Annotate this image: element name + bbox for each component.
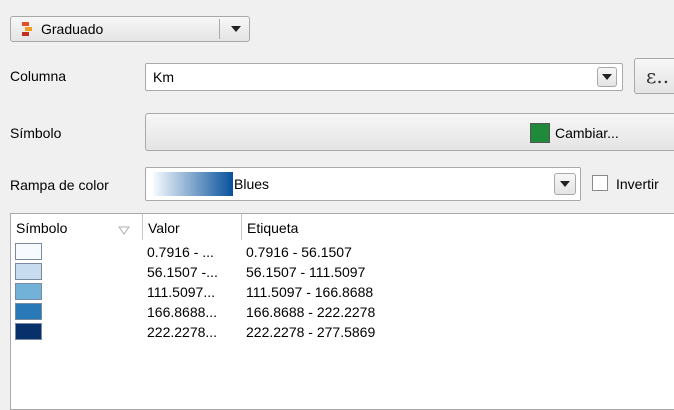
table-row[interactable]: 222.2278... 222.2278 - 277.5869 xyxy=(11,322,671,342)
class-color-swatch[interactable] xyxy=(15,303,42,320)
class-value: 222.2278... xyxy=(147,324,218,340)
chevron-down-icon xyxy=(602,74,612,80)
table-row[interactable]: 56.1507 -... 56.1507 - 111.5097 xyxy=(11,262,671,282)
symbol-change-button[interactable]: Cambiar... xyxy=(145,113,674,151)
table-row[interactable]: 166.8688... 166.8688 - 222.2278 xyxy=(11,302,671,322)
color-ramp-dropdown-button[interactable] xyxy=(554,173,576,195)
invert-checkbox[interactable] xyxy=(592,175,608,191)
symbol-change-label: Cambiar... xyxy=(555,125,619,141)
class-value: 111.5097... xyxy=(147,284,215,300)
class-label: 0.7916 - 56.1507 xyxy=(246,244,352,260)
header-label-label: Etiqueta xyxy=(247,220,299,236)
header-symbol-label: Símbolo xyxy=(16,220,68,236)
color-ramp-label: Rampa de color xyxy=(10,177,109,193)
class-value: 166.8688... xyxy=(147,304,218,320)
class-color-swatch[interactable] xyxy=(15,283,42,300)
expression-button[interactable]: ε.. xyxy=(634,58,674,94)
renderer-type-combo[interactable]: Graduado xyxy=(10,16,250,42)
header-value-label: Valor xyxy=(148,220,180,236)
table-row[interactable]: 111.5097... 111.5097 - 166.8688 xyxy=(11,282,671,302)
color-ramp-value: Blues xyxy=(234,176,270,192)
column-label: Columna xyxy=(10,68,67,84)
chevron-down-icon xyxy=(560,181,570,187)
header-label[interactable]: Etiqueta xyxy=(242,214,674,240)
renderer-type-value: Graduado xyxy=(41,21,104,37)
graduated-renderer-icon xyxy=(21,21,35,37)
column-dropdown-button[interactable] xyxy=(597,67,617,87)
class-label: 166.8688 - 222.2278 xyxy=(246,304,376,320)
table-row[interactable]: 0.7916 - ... 0.7916 - 56.1507 xyxy=(11,242,671,262)
symbol-label: Símbolo xyxy=(10,125,62,141)
class-label: 222.2278 - 277.5869 xyxy=(246,324,376,340)
classes-table[interactable]: Símbolo Valor Etiqueta 0.7916 - ... 0.79… xyxy=(10,213,674,410)
class-color-swatch[interactable] xyxy=(15,263,42,280)
class-color-swatch[interactable] xyxy=(15,323,42,340)
symbol-color-swatch xyxy=(530,123,550,143)
class-label: 111.5097 - 166.8688 xyxy=(246,284,374,300)
column-value: Km xyxy=(153,69,174,85)
expression-icon: ε.. xyxy=(646,64,670,88)
column-combo[interactable]: Km xyxy=(145,63,623,91)
class-value: 0.7916 - ... xyxy=(147,244,214,260)
sort-indicator-icon xyxy=(118,222,130,238)
color-ramp-gradient-preview xyxy=(153,172,233,196)
color-ramp-combo[interactable]: Blues xyxy=(145,167,581,201)
table-header: Símbolo Valor Etiqueta xyxy=(11,214,674,240)
header-symbol[interactable]: Símbolo xyxy=(11,214,143,240)
invert-label: Invertir xyxy=(616,176,659,192)
renderer-combo-divider xyxy=(219,19,220,39)
class-color-swatch[interactable] xyxy=(15,243,42,260)
chevron-down-icon xyxy=(231,26,241,32)
header-value[interactable]: Valor xyxy=(143,214,242,240)
class-value: 56.1507 -... xyxy=(147,264,218,280)
class-label: 56.1507 - 111.5097 xyxy=(246,264,366,280)
